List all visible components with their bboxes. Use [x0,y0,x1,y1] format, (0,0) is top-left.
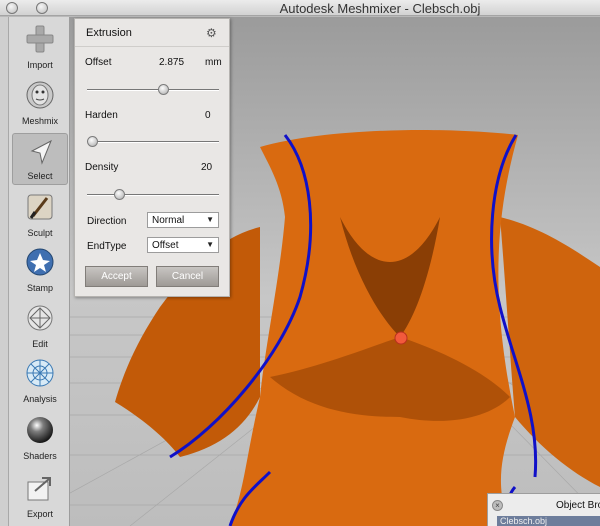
meshmix-button[interactable]: Meshmix [12,77,68,129]
object-browser-panel: × Object Bro Clebsch.obj [487,493,600,526]
chevron-down-icon: ▼ [206,240,214,249]
density-label: Density [85,162,119,173]
offset-unit: mm [205,57,222,68]
object-list-item[interactable]: Clebsch.obj [497,516,600,526]
analysis-icon [26,359,54,387]
offset-slider[interactable] [87,84,219,96]
direction-value: Normal [152,215,185,226]
offset-slider-track [87,89,219,91]
sculpt-button[interactable]: Sculpt [12,189,68,241]
direction-label: Direction [87,216,127,227]
import-button[interactable]: Import [12,21,68,73]
extrusion-panel: Extrusion ⚙ Offset 2.875 mm Harden 0 Den… [74,18,230,297]
mesh-main-body [230,130,518,526]
shaders-label: Shaders [23,451,57,461]
plus-icon [26,25,54,53]
mesh-right-wing [500,217,600,487]
meshmix-label: Meshmix [21,116,58,126]
density-slider[interactable] [87,189,219,201]
stamp-label: Stamp [26,283,53,293]
selection-handle[interactable] [394,331,408,345]
select-button[interactable]: Select [12,133,68,185]
endtype-value: Offset [152,240,179,251]
harden-slider[interactable] [87,136,219,148]
close-icon[interactable]: × [492,500,503,511]
harden-slider-knob[interactable] [87,136,98,147]
harden-slider-track [87,141,219,143]
export-button[interactable]: Export [12,470,68,522]
density-value[interactable]: 20 [201,162,212,173]
analysis-label: Analysis [23,394,57,404]
panel-title: Extrusion [86,27,132,39]
edit-icon [27,305,53,331]
export-icon [27,477,51,501]
shader-sphere-icon [27,417,53,443]
left-edge-strip [0,17,9,526]
density-slider-knob[interactable] [113,189,125,200]
edit-label: Edit [32,339,48,349]
endtype-label: EndType [87,241,127,252]
harden-value[interactable]: 0 [205,110,211,121]
panel-header: Extrusion ⚙ [75,19,229,47]
chevron-down-icon: ▼ [206,215,214,224]
select-arrow-icon [30,139,52,165]
offset-slider-knob[interactable] [157,84,169,95]
window-title: Autodesk Meshmixer - Clebsch.obj [279,1,481,16]
density-slider-track [87,194,219,196]
import-label: Import [27,60,53,70]
stamp-button[interactable]: Stamp [12,244,68,296]
object-browser-title: Object Bro [556,500,600,511]
offset-label: Offset [85,57,112,68]
edit-button[interactable]: Edit [12,300,68,352]
accept-button[interactable]: Accept [85,266,148,287]
sculpt-label: Sculpt [27,228,53,238]
harden-label: Harden [85,110,118,121]
select-label: Select [27,171,53,181]
stamp-icon [26,248,54,276]
title-bar: Autodesk Meshmixer - Clebsch.obj [0,0,600,16]
endtype-dropdown[interactable]: Offset ▼ [147,237,219,253]
meshmix-head-icon [26,81,54,109]
sculpt-brush-icon [27,194,53,220]
offset-value[interactable]: 2.875 [159,57,184,68]
direction-dropdown[interactable]: Normal ▼ [147,212,219,228]
main-toolbar: Import Meshmix Select Sculpt Stamp Edit … [9,17,70,526]
export-label: Export [26,509,53,519]
shaders-button[interactable]: Shaders [12,412,68,464]
gear-icon[interactable]: ⚙ [206,27,218,39]
analysis-button[interactable]: Analysis [12,355,68,407]
cancel-button[interactable]: Cancel [156,266,219,287]
